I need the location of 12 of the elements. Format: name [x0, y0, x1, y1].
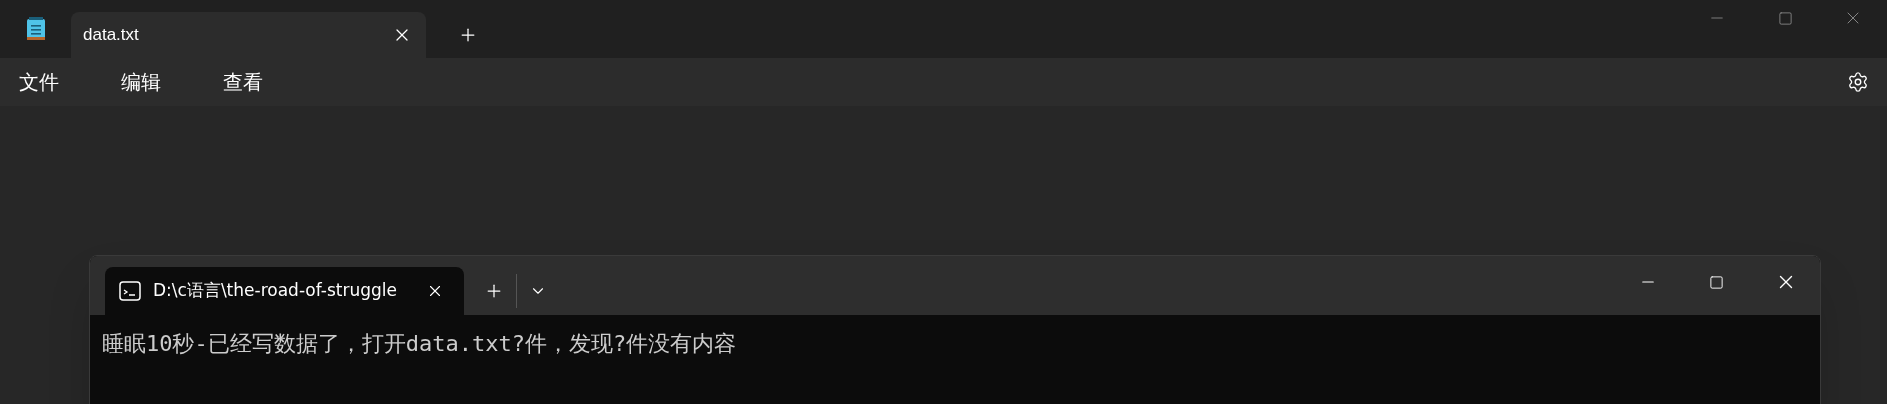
menu-item[interactable]: 编辑 — [110, 67, 172, 97]
terminal-tab[interactable]: D:\c语言\the-road-of-struggle — [105, 267, 464, 315]
menu-item[interactable]: 查看 — [212, 67, 274, 97]
tab-title: D:\c语言\the-road-of-struggle — [153, 279, 398, 303]
tab-title: data.txt — [83, 24, 140, 47]
menu-item[interactable]: 文件 — [8, 67, 70, 97]
console-output: 睡眠10秒-已经写数据了，打开data.txt?件，发现?件没有内容 — [102, 331, 737, 356]
file-tab[interactable]: data.txt — [71, 12, 426, 58]
maximize-icon[interactable] — [1709, 274, 1724, 290]
notepad-icon — [25, 17, 46, 41]
settings-icon[interactable] — [1847, 71, 1869, 93]
console-icon — [119, 281, 141, 301]
